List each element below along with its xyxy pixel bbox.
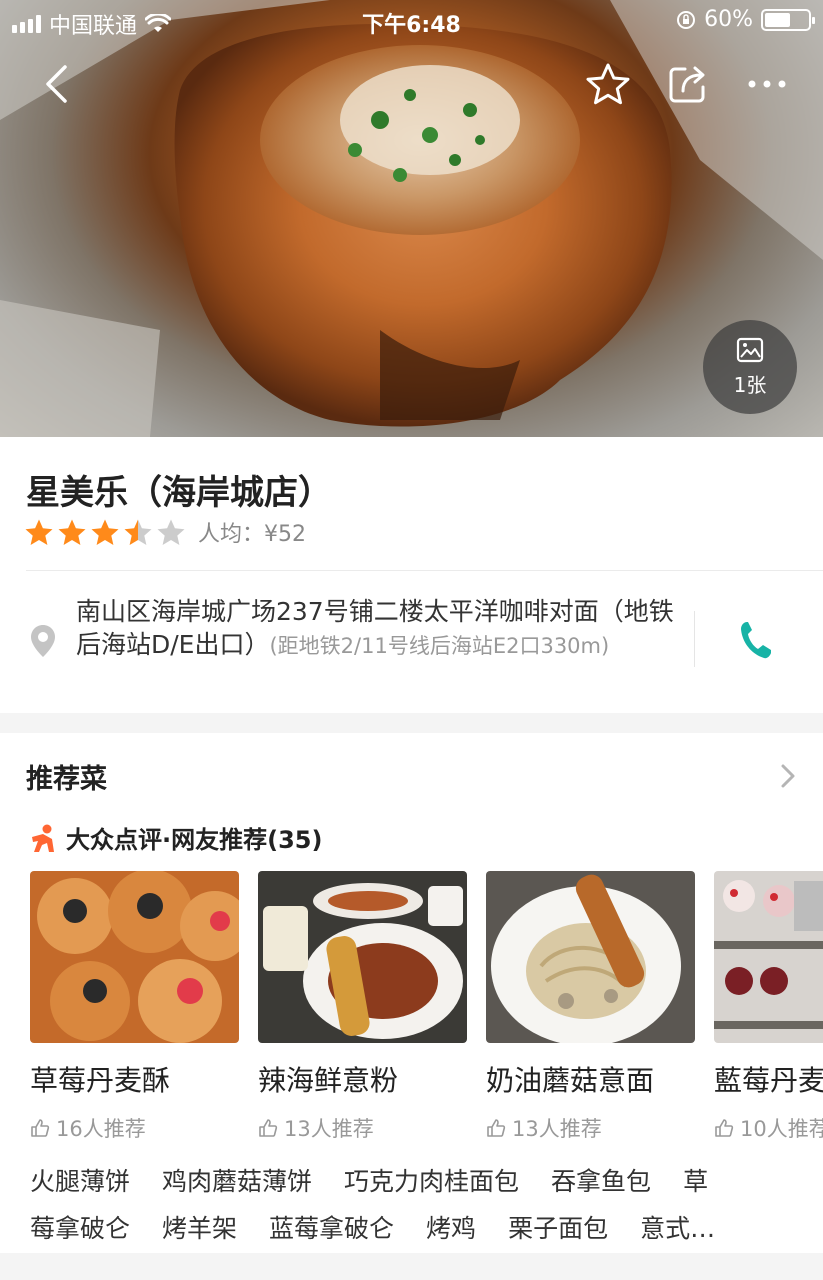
dish-name: 奶油蘑菇意面 <box>486 1064 655 1097</box>
dish-tag[interactable]: 草 <box>683 1158 708 1205</box>
share-icon <box>669 66 705 103</box>
metro-distance: (距地铁2/11号线后海站E2口330m) <box>269 634 610 658</box>
photo-count-label: 1张 <box>733 372 767 397</box>
thumbs-up-icon <box>31 1119 50 1137</box>
vertical-divider <box>694 611 695 667</box>
dish-tag[interactable]: 鸡肉蘑菇薄饼 <box>162 1158 312 1205</box>
dish-name: 藍莓丹麦 <box>714 1064 823 1097</box>
thumbs-up-icon <box>715 1119 734 1137</box>
dish-carousel[interactable]: 草莓丹麦酥 16人推荐 辣海鲜意粉 13人推荐 奶油蘑菇意面 13人推荐 藍莓丹… <box>30 871 823 1151</box>
battery-icon <box>761 8 815 31</box>
location-pin-icon <box>31 625 55 657</box>
dish-photo <box>258 871 467 1043</box>
dish-likes: 16人推荐 <box>30 1113 239 1143</box>
recommended-dishes-card: 推荐菜 大众点评·网友推荐(35) 草莓丹麦酥 16人推荐 辣海鲜意粉 13人推… <box>0 733 823 1253</box>
dish-tag[interactable]: 蓝莓拿破仑 <box>269 1205 394 1252</box>
star-half-icon <box>124 519 152 545</box>
rotation-lock-icon <box>677 10 696 29</box>
dish-likes-label: 16人推荐 <box>56 1117 146 1141</box>
dish-tag[interactable]: 莓拿破仑 <box>30 1205 130 1252</box>
dish-tag[interactable]: 意式… <box>640 1205 715 1252</box>
image-icon <box>736 337 764 362</box>
dish-card[interactable]: 奶油蘑菇意面 13人推荐 <box>486 871 695 1143</box>
dish-name: 草莓丹麦酥 <box>30 1064 171 1097</box>
source-label: 大众点评·网友推荐(35) <box>66 826 323 854</box>
divider <box>26 570 823 571</box>
star-full-icon <box>25 519 53 545</box>
favorite-button[interactable] <box>582 58 634 110</box>
rating-row: 人均：¥52 <box>24 515 306 549</box>
avg-price: 人均：¥52 <box>198 522 306 547</box>
more-dots-icon <box>748 80 786 88</box>
star-full-icon <box>58 519 86 545</box>
dish-likes-label: 13人推荐 <box>284 1117 374 1141</box>
dish-card[interactable]: 辣海鲜意粉 13人推荐 <box>258 871 467 1143</box>
thumbs-up-icon <box>259 1119 278 1137</box>
chevron-right-icon[interactable] <box>780 763 796 789</box>
tags-row: 火腿薄饼 鸡肉蘑菇薄饼 巧克力肉桂面包 吞拿鱼包草 <box>30 1158 790 1205</box>
dish-photo <box>714 871 823 1043</box>
dish-photo <box>486 871 695 1043</box>
phone-icon <box>741 622 771 659</box>
chevron-left-icon <box>46 65 67 103</box>
photo-count-button[interactable]: 1张 <box>703 320 797 414</box>
back-button[interactable] <box>30 58 82 110</box>
star-empty-icon <box>157 519 185 545</box>
recommend-source: 大众点评·网友推荐(35) <box>30 820 322 855</box>
dianping-person-icon <box>32 824 54 852</box>
dish-tag[interactable]: 火腿薄饼 <box>30 1158 130 1205</box>
dish-tag[interactable]: 栗子面包 <box>508 1205 608 1252</box>
shop-detail-page: 中国联通 下午6:48 60% 1张 星美乐（海岸城店） 人均：¥52 南山区海… <box>0 0 823 1280</box>
shop-name: 星美乐（海岸城店） <box>26 473 332 513</box>
dish-tag[interactable]: 巧克力肉桂面包 <box>344 1158 519 1205</box>
dish-likes-label: 10人推荐 <box>740 1117 823 1141</box>
dish-name: 辣海鲜意粉 <box>258 1064 399 1097</box>
dish-likes: 10人推荐 <box>714 1113 823 1143</box>
battery-percent: 60% <box>704 7 753 32</box>
star-outline-icon <box>586 63 630 105</box>
dish-photo <box>30 871 239 1043</box>
dish-tag[interactable]: 吞拿鱼包 <box>551 1158 651 1205</box>
more-button[interactable] <box>741 58 793 110</box>
dish-likes: 13人推荐 <box>486 1113 695 1143</box>
status-bar: 中国联通 下午6:48 60% <box>0 0 823 40</box>
star-full-icon <box>91 519 119 545</box>
dish-likes-label: 13人推荐 <box>512 1117 602 1141</box>
tags-row: 莓拿破仑 烤羊架 蓝莓拿破仑 烤鸡 栗子面包 意式… <box>30 1205 790 1252</box>
dish-tags: 火腿薄饼 鸡肉蘑菇薄饼 巧克力肉桂面包 吞拿鱼包草 莓拿破仑 烤羊架 蓝莓拿破仑 烤鸡 栗子面… <box>30 1158 790 1252</box>
share-button[interactable] <box>662 58 714 110</box>
thumbs-up-icon <box>487 1119 506 1137</box>
call-button[interactable] <box>738 620 772 664</box>
address-block[interactable]: 南山区海岸城广场237号铺二楼太平洋咖啡对面（地铁后海站D/E出口）(距地铁2/… <box>76 595 684 663</box>
dish-card[interactable]: 草莓丹麦酥 16人推荐 <box>30 871 239 1143</box>
dish-likes: 13人推荐 <box>258 1113 467 1143</box>
hero-photo[interactable]: 中国联通 下午6:48 60% 1张 <box>0 0 823 437</box>
section-title: 推荐菜 <box>26 764 107 795</box>
dish-card[interactable]: 藍莓丹麦 10人推荐 <box>714 871 823 1143</box>
shop-info-card: 星美乐（海岸城店） 人均：¥52 南山区海岸城广场237号铺二楼太平洋咖啡对面（… <box>0 437 823 713</box>
dish-tag[interactable]: 烤羊架 <box>162 1205 237 1252</box>
star-rating <box>24 518 186 547</box>
dish-tag[interactable]: 烤鸡 <box>426 1205 476 1252</box>
